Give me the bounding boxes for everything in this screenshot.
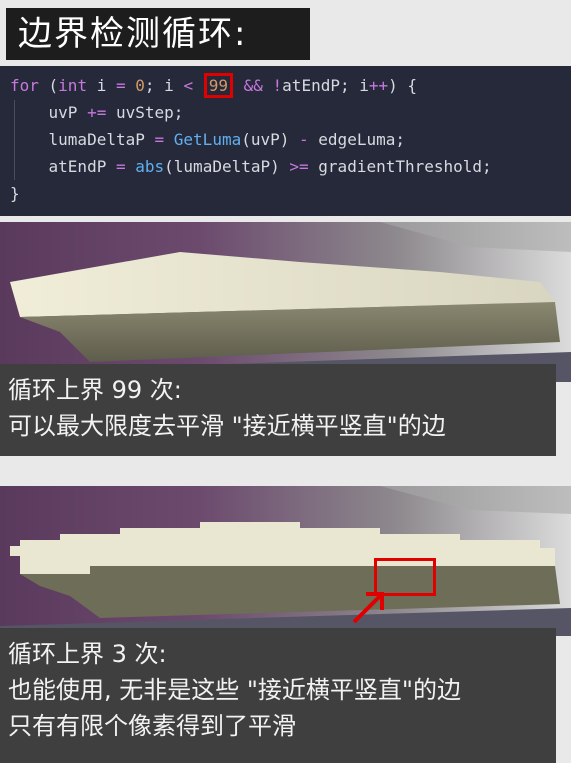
caption-99-line-1: 循环上界 99 次: [8,376,182,404]
arrow-icon [352,592,384,624]
code-line-5: } [10,184,20,203]
page-title: 边界检测循环: [6,8,310,60]
caption-99: 循环上界 99 次: 可以最大限度去平滑 "接近横平竖直"的边 [0,364,556,456]
render-image-3 [0,486,571,636]
render-99-iterations [0,222,571,382]
caption-3-line-2: 也能使用, 无非是这些 "接近横平竖直"的边 [8,676,461,704]
caption-99-line-2: 可以最大限度去平滑 "接近横平竖直"的边 [8,412,446,440]
code-line-1: for (int i = 0; i < 99 && !atEndP; i++) … [10,73,417,98]
code-line-2: uvP += uvStep; [10,103,184,122]
render-image-99 [0,222,571,382]
code-line-4: atEndP = abs(lumaDeltaP) >= gradientThre… [10,157,492,176]
code-line-3: lumaDeltaP = GetLuma(uvP) - edgeLuma; [10,130,405,149]
caption-3: 循环上界 3 次: 也能使用, 无非是这些 "接近横平竖直"的边 只有有限个像素… [0,628,556,763]
loop-limit-highlight: 99 [203,73,233,98]
caption-3-line-3: 只有有限个像素得到了平滑 [8,712,296,740]
code-block: for (int i = 0; i < 99 && !atEndP; i++) … [0,66,571,216]
render-3-iterations [0,486,571,636]
caption-3-line-1: 循环上界 3 次: [8,640,167,668]
